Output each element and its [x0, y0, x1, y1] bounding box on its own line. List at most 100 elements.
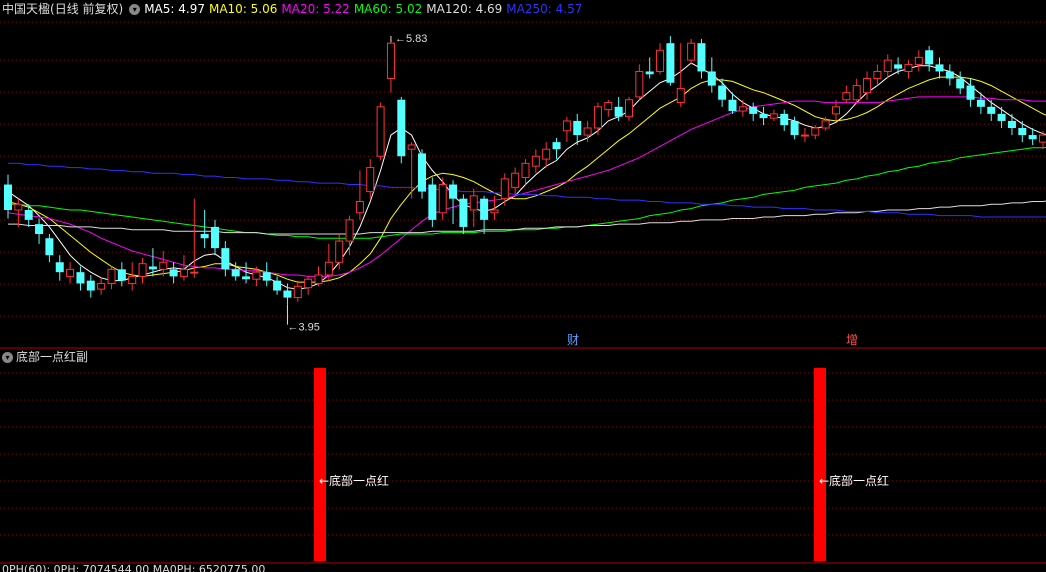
candle: [925, 46, 933, 71]
main-chart-header: 中国天楹(日线 前复权)▾MA5: 4.97MA10: 5.06MA20: 5.…: [2, 1, 590, 17]
candle: [522, 159, 529, 184]
candle: [428, 177, 436, 226]
ma-line-ma120: [8, 200, 1046, 234]
candle-body: [967, 86, 975, 100]
candle-body: [563, 121, 570, 131]
candle-body: [273, 281, 281, 291]
candle-body: [739, 107, 746, 111]
candle: [418, 149, 426, 198]
candle-body: [894, 64, 902, 68]
candle-body: [688, 43, 695, 60]
candle-body: [626, 100, 633, 117]
ma-legend: MA5: 4.97MA10: 5.06MA20: 5.22MA60: 5.02M…: [144, 2, 586, 16]
candle: [336, 234, 343, 269]
candle-body: [998, 114, 1006, 121]
ma-line-ma20: [8, 97, 1046, 277]
candle: [459, 194, 467, 234]
candle: [129, 262, 136, 290]
candle: [956, 71, 964, 94]
candle: [946, 64, 954, 85]
candle: [449, 180, 457, 224]
candle-body: [118, 269, 126, 280]
candle-body: [946, 71, 954, 78]
candle-body: [718, 86, 726, 100]
candle: [573, 114, 581, 145]
candle-body: [336, 241, 343, 262]
candle: [397, 97, 405, 163]
candle: [998, 107, 1006, 128]
candle-body: [397, 100, 405, 157]
candle: [688, 39, 695, 64]
candle-body: [1018, 128, 1026, 135]
candle-body: [1029, 135, 1037, 139]
candle-body: [480, 199, 488, 220]
candle-body: [160, 262, 167, 269]
candle-body: [149, 267, 157, 270]
candle-body: [108, 269, 115, 283]
candle-body: [584, 128, 591, 135]
candle: [512, 168, 519, 196]
candle: [305, 276, 312, 294]
candle-body: [253, 272, 260, 279]
settings-toggle-icon[interactable]: ▾: [129, 4, 140, 15]
candle-body: [822, 121, 829, 128]
candle-body: [708, 71, 716, 85]
candle: [377, 103, 384, 161]
stock-name[interactable]: 中国天楹: [2, 2, 50, 16]
candle: [1018, 121, 1026, 142]
candle: [636, 64, 643, 99]
candle-body: [346, 220, 353, 241]
candle-body: [211, 227, 219, 248]
candle: [987, 100, 995, 121]
candle: [15, 199, 22, 227]
candle-body: [677, 88, 684, 102]
candle: [697, 39, 705, 79]
candle-body: [470, 196, 477, 210]
candle: [170, 262, 178, 283]
candle-body: [87, 281, 95, 291]
candle: [211, 220, 219, 255]
candle: [356, 170, 363, 219]
candle-body: [283, 291, 291, 298]
candle-body: [573, 121, 581, 135]
candle: [35, 218, 43, 243]
candle-body: [594, 107, 601, 128]
candle-body: [491, 210, 498, 213]
candle-body: [459, 199, 467, 227]
candle-body: [605, 103, 612, 110]
candle-body: [646, 71, 654, 74]
indicator-panel[interactable]: ←底部一点红←底部一点红: [314, 368, 889, 561]
indicator-title: 底部一点红副: [16, 350, 88, 364]
candle: [884, 55, 891, 79]
candle-body: [884, 60, 891, 71]
candle-body: [636, 71, 643, 96]
candle: [646, 57, 654, 78]
event-marker-finance: 财: [567, 333, 579, 347]
candle: [874, 64, 881, 85]
candle-body: [56, 262, 64, 272]
signal-bar: [814, 368, 826, 561]
candle-body: [67, 269, 74, 276]
candle-body: [45, 238, 53, 255]
signal-bar: [314, 368, 326, 561]
low-price-label: ←3.95: [287, 322, 319, 334]
signal-bar-group: ←底部一点红: [814, 368, 889, 561]
candle-body: [512, 173, 519, 187]
candle-body: [449, 185, 457, 199]
candle-body: [25, 210, 33, 220]
candle-body: [191, 272, 198, 273]
indicator-toggle-icon[interactable]: ▾: [2, 352, 13, 363]
candle: [439, 177, 446, 219]
signal-bar-label: ←底部一点红: [819, 473, 889, 488]
candle-body: [697, 43, 705, 71]
candle: [1008, 114, 1016, 135]
kline-chart[interactable]: ←5.83←3.95财增 ←底部一点红←底部一点红: [0, 0, 1046, 570]
candle-body: [387, 43, 394, 78]
ma-legend-item: MA20: 5.22: [281, 2, 349, 16]
candle: [770, 110, 777, 121]
candle-body: [129, 276, 136, 283]
candle: [139, 258, 146, 283]
candle-body: [780, 114, 788, 125]
candle: [905, 60, 912, 78]
candle: [563, 117, 570, 142]
